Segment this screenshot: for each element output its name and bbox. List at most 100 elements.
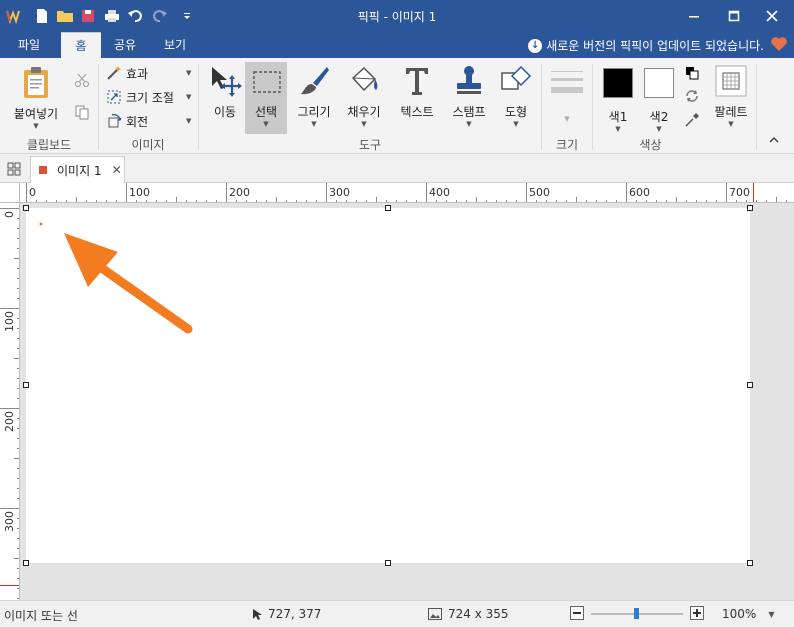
move-tool-button[interactable]: 이동	[205, 64, 245, 120]
resize-icon	[107, 90, 121, 104]
color2-label: 색2	[649, 110, 669, 124]
size-button[interactable]: ▼	[549, 68, 585, 123]
zoom-in-button[interactable]	[690, 606, 704, 620]
zoom-level-text: 100%	[722, 607, 757, 621]
ruler-label: 300	[329, 186, 350, 199]
chevron-down-icon: ▼	[656, 125, 662, 133]
rotate-icon	[108, 114, 122, 128]
chevron-down-icon: ▼	[263, 120, 269, 128]
resize-handle-top-right[interactable]	[747, 205, 753, 211]
vertical-ruler-ticks	[0, 208, 19, 599]
ribbon: 붙여넣기 ▼ 클립보드 효과 ▼ 크기 조절 ▼ 회전 ▼ 이미지 이동 선택 …	[0, 58, 794, 154]
ruler-label: 600	[629, 186, 650, 199]
collapse-ribbon-button[interactable]	[766, 134, 782, 149]
stamp-label: 스탬프	[452, 105, 486, 119]
ruler-label: 200	[3, 411, 16, 432]
reset-colors-button[interactable]	[684, 88, 700, 107]
ruler-corner	[0, 183, 20, 203]
text-tool-button[interactable]: 텍스트	[396, 64, 438, 120]
color1-label: 색1	[608, 110, 628, 124]
stamp-tool-button[interactable]: 스탬프 ▼	[446, 64, 492, 128]
draw-tool-button[interactable]: 그리기 ▼	[292, 64, 336, 128]
chevron-down-icon: ▼	[728, 120, 734, 128]
chevron-up-icon	[769, 136, 779, 143]
palette-icon	[715, 65, 747, 97]
close-tab-icon[interactable]: ✕	[112, 163, 122, 177]
grid-icon	[7, 162, 21, 176]
chevron-down-icon: ▼	[466, 120, 472, 128]
chevron-down-icon: ▼	[33, 122, 39, 130]
tab-file[interactable]: 파일	[6, 32, 52, 58]
resize-handle-bottom-left[interactable]	[23, 560, 29, 566]
clipboard-icon	[24, 67, 48, 98]
color2-button[interactable]: 색2 ▼	[641, 66, 677, 133]
menu-tab-bar: 파일 홈 공유 보기 ↓ 새로운 버전의 픽픽이 업데이트 되었습니다.	[0, 32, 794, 58]
line-width-icon	[551, 71, 583, 93]
download-icon: ↓	[528, 38, 543, 53]
vertical-ruler[interactable]: 0 100 200 300	[0, 203, 20, 600]
rotate-button[interactable]: 회전 ▼	[106, 111, 191, 131]
update-notice[interactable]: ↓ 새로운 버전의 픽픽이 업데이트 되었습니다.	[528, 37, 764, 54]
horizontal-ruler[interactable]: 0 100 200 300 400 500 600 700	[20, 183, 794, 203]
swap-colors-button[interactable]	[684, 66, 700, 83]
title-bar: 픽픽 - 이미지 1	[0, 0, 794, 32]
fill-tool-button[interactable]: 채우기 ▼	[342, 64, 386, 128]
close-button[interactable]	[752, 0, 792, 32]
resize-handle-top[interactable]	[385, 205, 391, 211]
document-tab[interactable]: 이미지 1 ✕	[30, 156, 125, 183]
select-tool-button[interactable]: 선택 ▼	[245, 62, 287, 134]
chevron-down-icon: ▼	[186, 69, 192, 77]
resize-handle-bottom[interactable]	[385, 560, 391, 566]
brush-icon	[301, 67, 329, 95]
color1-swatch	[603, 68, 633, 98]
cut-button[interactable]	[72, 72, 92, 91]
status-bar: 이미지 또는 선 727, 377 724 x 355 100% ▼	[0, 600, 794, 627]
effect-button[interactable]: 효과 ▼	[106, 63, 191, 83]
chevron-down-icon: ▼	[361, 120, 367, 128]
zoom-slider-thumb[interactable]	[634, 608, 639, 619]
text-label: 텍스트	[400, 105, 434, 119]
chevron-down-icon: ▼	[768, 609, 775, 619]
resize-handle-left[interactable]	[23, 382, 29, 388]
chevron-down-icon: ▼	[311, 120, 317, 128]
tools-group-label: 도구	[358, 138, 382, 152]
move-label: 이동	[213, 105, 237, 119]
image-size: 724 x 355	[428, 607, 509, 621]
tab-list-button[interactable]	[7, 162, 21, 179]
chevron-down-icon: ▼	[615, 125, 621, 133]
swap-colors-icon	[686, 67, 699, 80]
resize-button[interactable]: 크기 조절 ▼	[106, 87, 191, 107]
ruler-label: 200	[229, 186, 250, 199]
minimize-button[interactable]	[674, 0, 714, 32]
copy-button[interactable]	[72, 104, 92, 123]
status-hint: 이미지 또는 선	[4, 609, 78, 623]
group-divider	[756, 64, 757, 150]
heart-icon[interactable]	[770, 36, 788, 54]
tab-share[interactable]: 공유	[104, 32, 146, 58]
palette-button[interactable]: 팔레트 ▼	[711, 64, 751, 128]
paste-button[interactable]: 붙여넣기 ▼	[8, 66, 64, 130]
eyedropper-button[interactable]	[684, 112, 700, 131]
zoom-out-button[interactable]	[570, 606, 584, 620]
magic-wand-icon	[107, 66, 121, 80]
scissors-icon	[74, 73, 90, 88]
maximize-button[interactable]	[714, 0, 754, 32]
cursor-position-text: 727, 377	[268, 607, 322, 621]
resize-handle-right[interactable]	[747, 382, 753, 388]
image-size-text: 724 x 355	[448, 607, 509, 621]
update-notice-text: 새로운 버전의 픽픽이 업데이트 되었습니다.	[546, 39, 764, 53]
clipboard-group-label: 클립보드	[26, 138, 72, 152]
image-group-label: 이미지	[131, 138, 165, 152]
tab-home[interactable]: 홈	[61, 32, 101, 58]
zoom-level[interactable]: 100% ▼	[722, 607, 774, 621]
color1-button[interactable]: 색1 ▼	[600, 66, 636, 133]
shape-tool-button[interactable]: 도형 ▼	[496, 64, 536, 128]
zoom-slider[interactable]	[591, 608, 683, 619]
tab-view[interactable]: 보기	[152, 32, 198, 58]
resize-handle-bottom-right[interactable]	[747, 560, 753, 566]
workspace[interactable]	[20, 203, 794, 600]
ruler-label: 500	[529, 186, 550, 199]
annotation-arrow	[39, 222, 193, 334]
resize-handle-top-left[interactable]	[23, 205, 29, 211]
size-group-label: 크기	[555, 138, 579, 152]
